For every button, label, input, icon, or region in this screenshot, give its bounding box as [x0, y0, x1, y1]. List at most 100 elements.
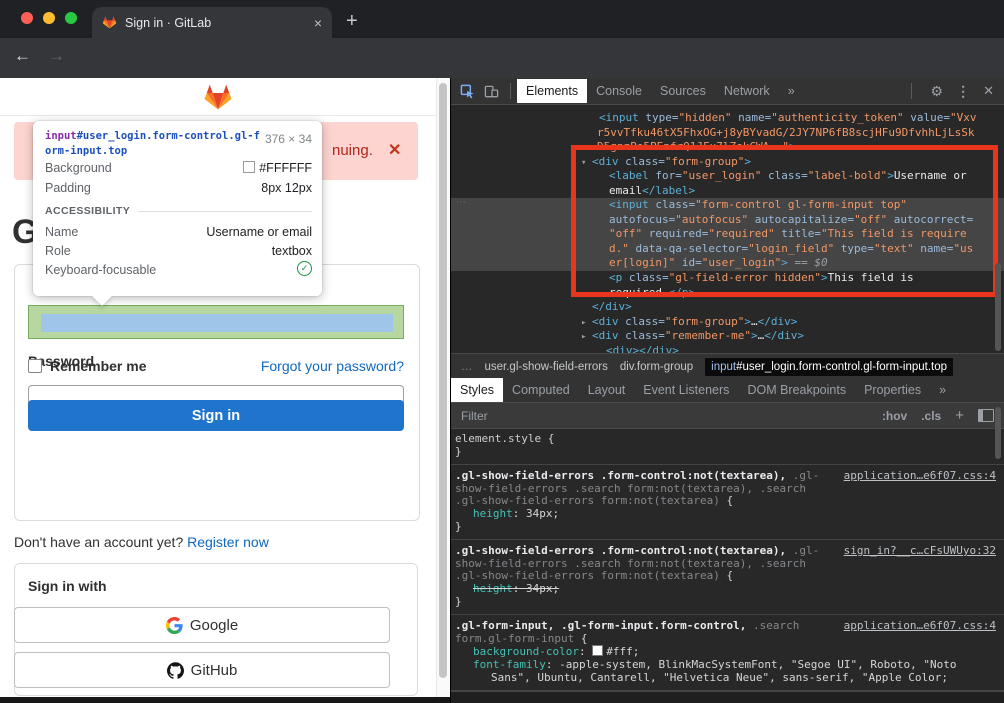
sidebar-layout-icon[interactable]	[978, 409, 994, 422]
dom-tree-line[interactable]: <input class="form-control gl-form-input…	[451, 198, 1004, 213]
new-tab-button[interactable]: +	[346, 10, 358, 33]
device-toolbar-icon[interactable]	[484, 84, 499, 99]
stylesheet-source-link[interactable]: application…e6f07.css:4	[844, 620, 996, 633]
styles-tab-event-listeners[interactable]: Event Listeners	[634, 378, 738, 402]
titlebar: Sign in · GitLab × +	[0, 0, 1004, 38]
devtools-menu-kebab-icon[interactable]: ⋮	[956, 83, 970, 100]
tooltip-selector: input#user_login.form-control.gl-form-in…	[45, 129, 265, 159]
color-swatch[interactable]	[592, 645, 603, 656]
tooltip-element-size: 376 × 34	[265, 132, 312, 146]
breadcrumb-item[interactable]: div.form-group	[620, 361, 693, 373]
elements-scrollbar-thumb[interactable]	[995, 263, 1001, 351]
css-property[interactable]: height: 34px;	[455, 583, 998, 596]
gitlab-signin-page: nuing. ✕ G Password Remember me Forgot y…	[0, 78, 450, 703]
dom-tree-line[interactable]: ▸<div class="form-group">…</div>	[451, 315, 1004, 330]
devtools-tab-elements[interactable]: Elements	[517, 79, 587, 103]
remember-me-checkbox[interactable]	[28, 359, 42, 373]
breadcrumb-item[interactable]: …	[461, 361, 473, 373]
maximize-window-button[interactable]	[65, 12, 77, 24]
register-prompt: Don't have an account yet? Register now	[14, 534, 269, 550]
inspect-element-icon[interactable]	[460, 84, 475, 99]
dom-tree-line[interactable]: D5gnzPe5PEnfrQ1JFu7lZekCWA==">	[451, 140, 1004, 155]
collapse-arrow-icon[interactable]: ▾	[581, 156, 586, 171]
breadcrumb-item[interactable]: input#user_login.form-control.gl-form-in…	[705, 358, 953, 376]
filter-input[interactable]: Filter	[461, 409, 868, 423]
gear-icon[interactable]: ⚙	[931, 83, 944, 100]
dom-tree-line[interactable]: ▸<div class="remember-me">…</div>	[451, 329, 1004, 344]
css-rule[interactable]: application…e6f07.css:4.gl-show-field-er…	[451, 465, 1004, 540]
close-window-button[interactable]	[21, 12, 33, 24]
gitlab-favicon-icon	[102, 15, 117, 30]
dom-tree-line[interactable]: email</label>	[451, 184, 1004, 199]
inspect-tooltip: input#user_login.form-control.gl-form-in…	[33, 121, 322, 296]
remember-me-label: Remember me	[50, 358, 147, 374]
dom-tree-line[interactable]: "off" required="required" title="This fi…	[451, 227, 1004, 242]
styles-pane[interactable]: element.style {}application…e6f07.css:4.…	[451, 428, 1004, 692]
new-style-rule-button[interactable]: +	[955, 407, 964, 424]
more-tabs-icon[interactable]: »	[779, 79, 804, 103]
tooltip-focusable-row: Keyboard-focusable ✓	[45, 263, 312, 279]
styles-tab-properties[interactable]: Properties	[855, 378, 930, 402]
expand-arrow-icon[interactable]: ▸	[581, 316, 586, 331]
sign-in-button[interactable]: Sign in	[28, 400, 404, 431]
stylesheet-source-link[interactable]: sign_in?__c…cFsUWUyo:32	[844, 545, 996, 558]
styles-tab-layout[interactable]: Layout	[579, 378, 635, 402]
page-scrollbar[interactable]	[436, 78, 450, 697]
css-property[interactable]: background-color: #fff;	[455, 645, 998, 659]
breadcrumb-item[interactable]: user.gl-show-field-errors	[485, 361, 608, 373]
pseudo-state-toggle[interactable]: :hov	[882, 409, 907, 423]
styles-tab-dom-breakpoints[interactable]: DOM Breakpoints	[738, 378, 855, 402]
styles-more-tabs-icon[interactable]: »	[930, 378, 955, 402]
dom-tree-line[interactable]: ▾<div class="form-group">	[451, 155, 1004, 170]
dom-tree-line[interactable]: </div>	[451, 300, 1004, 315]
devtools-tab-sources[interactable]: Sources	[651, 79, 715, 103]
toolbar-separator	[911, 83, 912, 99]
elements-tree[interactable]: <input type="hidden" name="authenticity_…	[451, 104, 1004, 360]
gutter-more-dots: ⋯	[456, 197, 467, 208]
tab-title: Sign in · GitLab	[125, 16, 314, 30]
dom-tree-line[interactable]: r5vvTfku46tX5FhxOG+j8yBYvadG/2JY7NP6fB8s…	[451, 126, 1004, 141]
dom-tree-line[interactable]: required.</p>	[451, 286, 1004, 301]
class-toggle[interactable]: .cls	[921, 409, 941, 423]
browser-tab[interactable]: Sign in · GitLab ×	[92, 7, 332, 38]
css-property[interactable]: height: 34px;	[455, 508, 998, 521]
dom-tree-line[interactable]: autofocus="autofocus" autocapitalize="of…	[451, 213, 1004, 228]
google-signin-button[interactable]: Google	[14, 607, 390, 643]
register-now-link[interactable]: Register now	[187, 534, 269, 550]
tooltip-name-row: NameUsername or email	[45, 225, 312, 241]
github-signin-button[interactable]: GitHub	[14, 652, 390, 688]
github-icon	[167, 662, 184, 679]
header-divider	[0, 115, 436, 116]
styles-tab-computed[interactable]: Computed	[503, 378, 579, 402]
forgot-password-link[interactable]: Forgot your password?	[261, 358, 404, 374]
css-rule[interactable]: sign_in?__c…cFsUWUyo:32.gl-show-field-er…	[451, 540, 1004, 615]
page-bottom-bar	[0, 697, 450, 703]
styles-tab-styles[interactable]: Styles	[451, 378, 503, 402]
css-property[interactable]: font-family: -apple-system, BlinkMacSyst…	[455, 659, 998, 684]
page-scrollbar-thumb[interactable]	[439, 83, 447, 678]
tooltip-padding-row: Padding 8px 12px	[45, 181, 312, 197]
devtools-toolbar: ElementsConsoleSourcesNetwork » ⚙ ⋮ ✕	[451, 78, 1004, 105]
styles-scrollbar-thumb[interactable]	[995, 407, 1001, 459]
minimize-window-button[interactable]	[43, 12, 55, 24]
tooltip-accessibility-title: ACCESSIBILITY	[45, 205, 312, 217]
dom-tree-line[interactable]: d." data-qa-selector="login_field" type=…	[451, 242, 1004, 257]
alert-close-icon[interactable]: ✕	[388, 140, 401, 160]
expand-arrow-icon[interactable]: ▸	[581, 330, 586, 345]
back-icon[interactable]: ←	[14, 46, 31, 66]
navigation-bar: ← → gitlab.com/users/sign_in?__cf_chl_js…	[0, 38, 1004, 78]
dom-tree-line[interactable]: <p class="gl-field-error hidden">This fi…	[451, 271, 1004, 286]
devtools-tab-console[interactable]: Console	[587, 79, 651, 103]
username-input[interactable]	[28, 305, 404, 339]
devtools-tab-network[interactable]: Network	[715, 79, 779, 103]
tooltip-background-row: Background #FFFFFF	[45, 161, 312, 177]
forward-icon[interactable]: →	[48, 46, 65, 66]
devtools-close-icon[interactable]: ✕	[983, 83, 994, 99]
dom-tree-line[interactable]: er[login]" id="user_login"> == $0	[451, 256, 1004, 271]
css-rule[interactable]: application…e6f07.css:4.gl-form-input, .…	[451, 615, 1004, 691]
css-rule[interactable]: element.style {}	[451, 428, 1004, 465]
tab-close-icon[interactable]: ×	[314, 15, 322, 31]
dom-tree-line[interactable]: <input type="hidden" name="authenticity_…	[451, 111, 1004, 126]
dom-tree-line[interactable]: <label for="user_login" class="label-bol…	[451, 169, 1004, 184]
stylesheet-source-link[interactable]: application…e6f07.css:4	[844, 470, 996, 483]
